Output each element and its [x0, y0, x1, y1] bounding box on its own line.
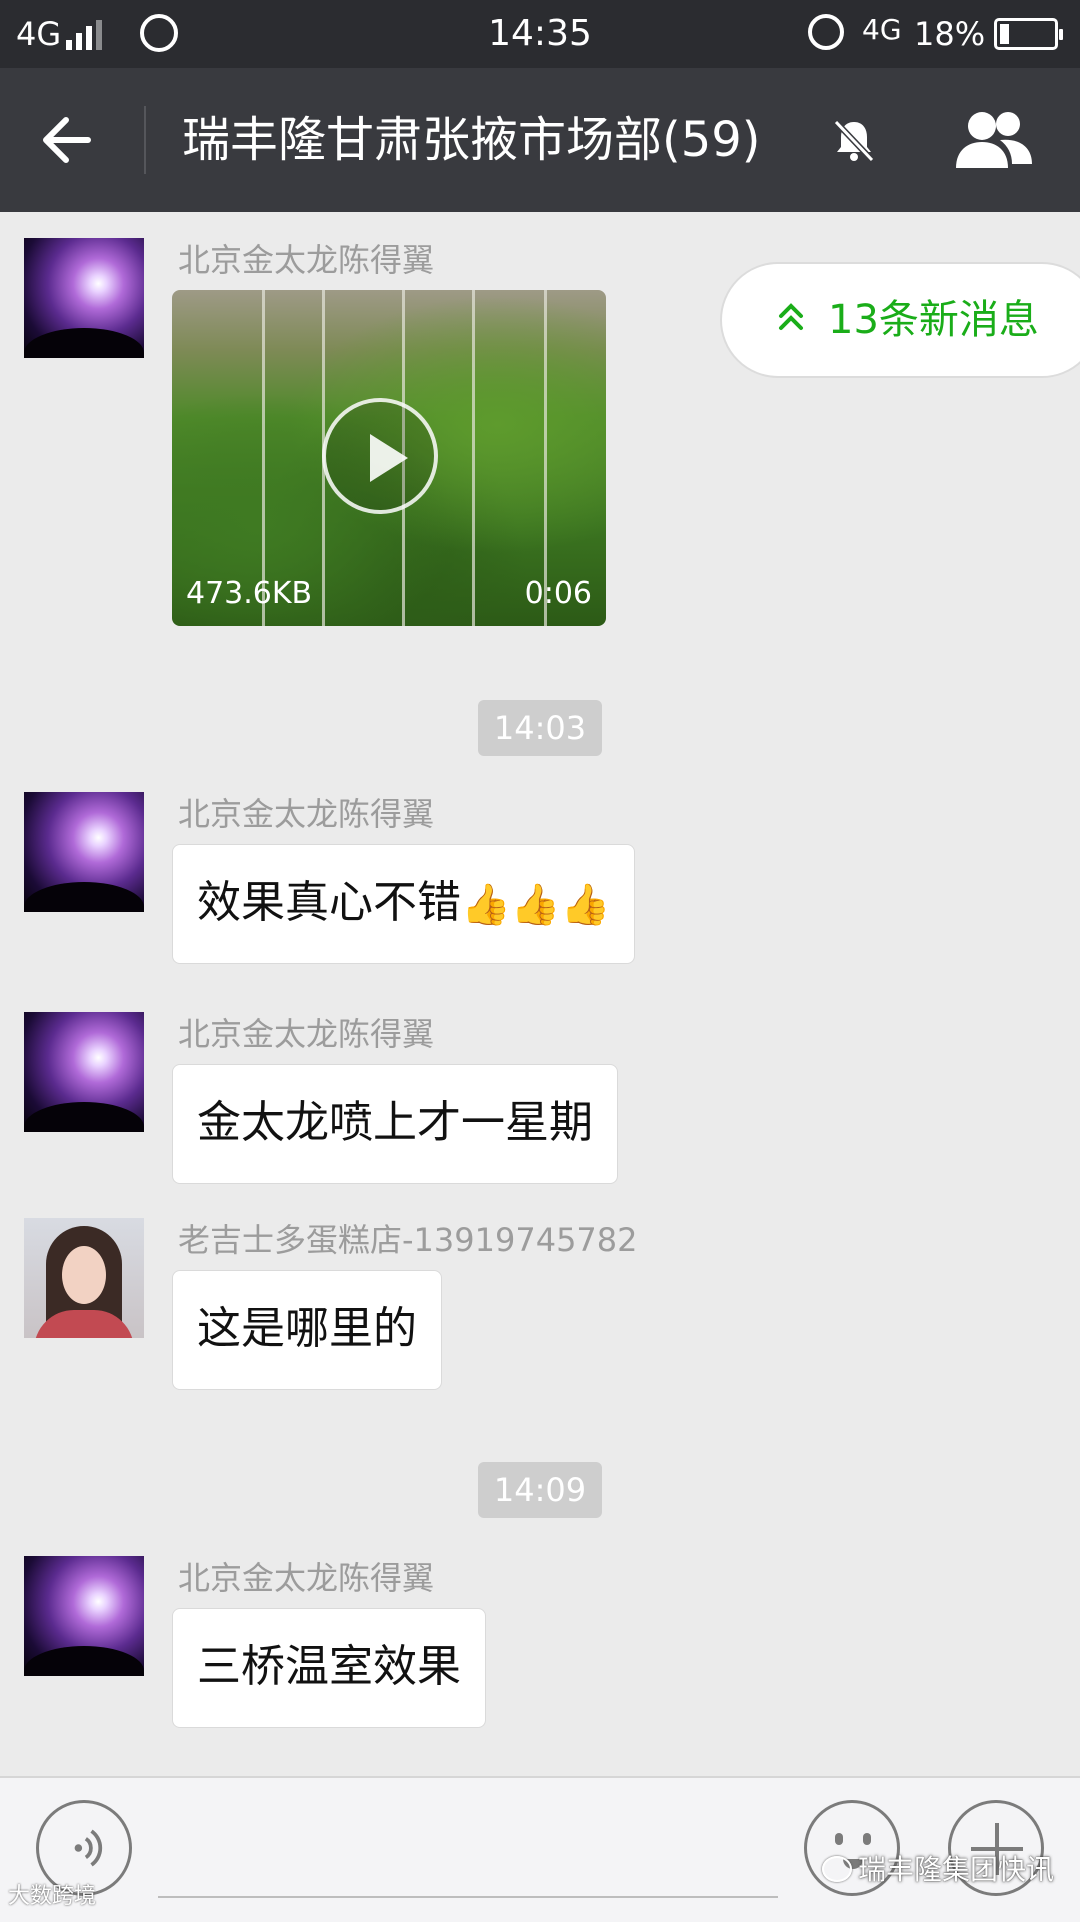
back-arrow-icon[interactable] — [36, 108, 100, 172]
new-messages-label: 13条新消息 — [828, 297, 1039, 343]
input-bar — [0, 1776, 1080, 1922]
message-bubble[interactable]: 三桥温室效果 — [172, 1608, 486, 1728]
sender-name: 老吉士多蛋糕店-13919745782 — [178, 1221, 638, 1259]
timestamp-divider: 14:03 — [478, 700, 602, 756]
battery-icon — [994, 18, 1063, 50]
message-bubble[interactable]: 金太龙喷上才一星期 — [172, 1064, 618, 1184]
message-bubble[interactable]: 这是哪里的 — [172, 1270, 442, 1390]
double-chevron-up-icon — [779, 303, 803, 330]
network-type-right: 4G — [862, 13, 902, 46]
sender-name: 北京金太龙陈得翼 — [178, 1015, 435, 1053]
sender-avatar[interactable] — [24, 238, 144, 358]
sender-avatar[interactable] — [24, 1556, 144, 1676]
new-messages-button[interactable]: 13条新消息 — [720, 262, 1080, 378]
thumbs-up-emoji: 👍👍👍 — [461, 882, 611, 928]
timestamp-divider: 14:09 — [478, 1462, 602, 1518]
brand-watermark: 瑞丰隆集团快讯 — [858, 1853, 1055, 1886]
sender-name: 北京金太龙陈得翼 — [178, 795, 435, 833]
video-message[interactable]: 473.6KB 0:06 — [172, 290, 606, 626]
video-duration: 0:06 — [524, 576, 592, 611]
wechat-logo-icon — [822, 1856, 852, 1882]
play-icon[interactable] — [322, 398, 438, 514]
message-text: 效果真心不错 — [197, 877, 461, 928]
message-input[interactable] — [158, 1896, 778, 1898]
group-members-icon[interactable] — [952, 106, 1036, 174]
battery-percent: 18% — [914, 15, 986, 53]
video-size: 473.6KB — [186, 576, 313, 611]
voice-icon — [74, 1829, 103, 1867]
sender-avatar[interactable] — [24, 792, 144, 912]
alarm-icon — [808, 14, 844, 50]
sender-avatar[interactable] — [24, 1218, 144, 1338]
chat-title: 瑞丰隆甘肃张掖市场部(59) — [182, 112, 761, 168]
sender-name: 北京金太龙陈得翼 — [178, 241, 435, 279]
message-bubble[interactable]: 效果真心不错👍👍👍 — [172, 844, 636, 964]
title-divider — [144, 106, 146, 174]
title-bar: 瑞丰隆甘肃张掖市场部(59) — [0, 68, 1080, 212]
sender-name: 北京金太龙陈得翼 — [178, 1559, 435, 1597]
message-text: 金太龙喷上才一星期 — [197, 1097, 593, 1148]
sender-avatar[interactable] — [24, 1012, 144, 1132]
message-text: 三桥温室效果 — [197, 1641, 461, 1692]
corner-watermark: 大数跨境 — [8, 1884, 97, 1909]
message-text: 这是哪里的 — [197, 1303, 417, 1354]
emoji-icon — [835, 1833, 843, 1845]
mute-bell-icon — [833, 119, 875, 163]
status-bar: 4G 14:35 4G 18% — [0, 0, 1080, 68]
